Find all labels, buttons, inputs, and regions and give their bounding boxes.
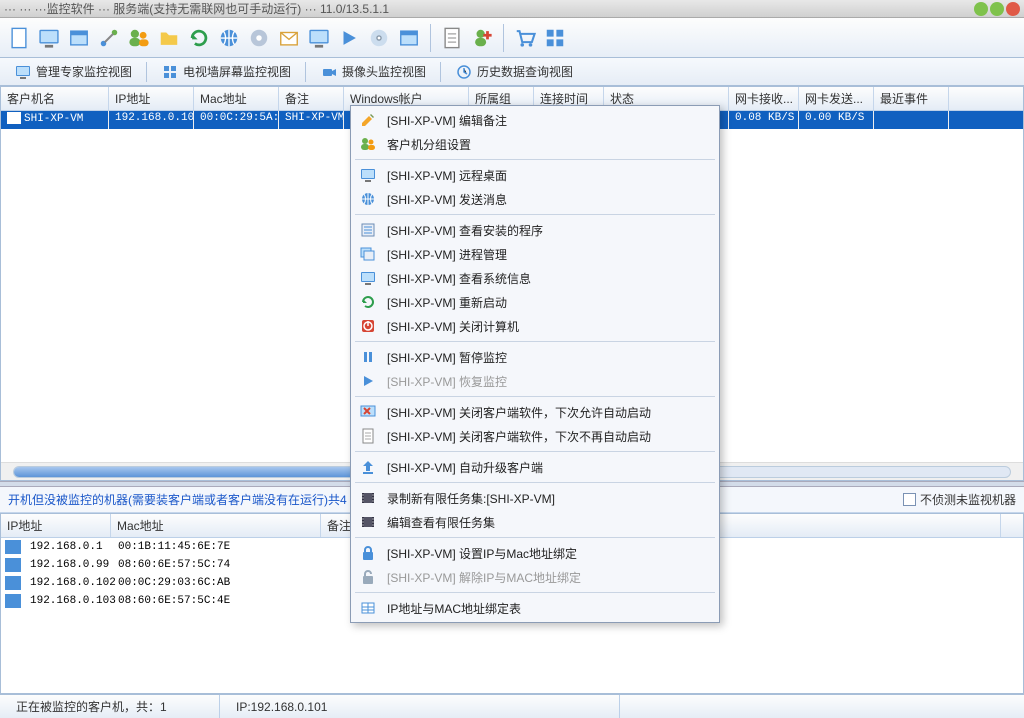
pause-icon <box>359 348 377 366</box>
column-header[interactable]: 最近事件 <box>874 87 949 110</box>
toolbar-play-button[interactable] <box>336 25 362 51</box>
context-menu-item[interactable]: [SHI-XP-VM] 自动升级客户端 <box>353 455 717 479</box>
context-menu-item[interactable]: [SHI-XP-VM] 重新启动 <box>353 290 717 314</box>
window-title: ··· ··· ···监控软件 ··· 服务端(支持无需联网也可手动运行) ··… <box>4 0 974 17</box>
toolbar-users-button[interactable] <box>126 25 152 51</box>
toolbar-cd-button[interactable] <box>366 25 392 51</box>
status-count: 正在被监控的客户机，共：1 <box>0 695 220 718</box>
computer-icon <box>5 576 21 590</box>
globe-icon <box>359 190 377 208</box>
users-icon <box>359 135 377 153</box>
computer-icon <box>5 594 21 608</box>
context-menu-item[interactable]: [SHI-XP-VM] 进程管理 <box>353 242 717 266</box>
context-menu-item[interactable]: 录制新有限任务集:[SHI-XP-VM] <box>353 486 717 510</box>
toolbar-screen-button[interactable] <box>306 25 332 51</box>
status-ip: IP:192.168.0.101 <box>220 695 620 718</box>
toolbar-app-button[interactable] <box>396 25 422 51</box>
window-controls <box>974 2 1020 16</box>
column-header[interactable]: 网卡接收... <box>729 87 799 110</box>
toolbar-screen-button[interactable] <box>36 25 62 51</box>
column-header[interactable]: 备注 <box>279 87 344 110</box>
maximize-button[interactable] <box>990 2 1004 16</box>
status-bar: 正在被监控的客户机，共：1 IP:192.168.0.101 <box>0 694 1024 718</box>
view-tab-0[interactable]: 管理专家监控视图 <box>6 60 140 84</box>
windows-icon <box>359 245 377 263</box>
context-menu-item[interactable]: [SHI-XP-VM] 暂停监控 <box>353 345 717 369</box>
toolbar-refresh-button[interactable] <box>186 25 212 51</box>
toolbar-mail-button[interactable] <box>276 25 302 51</box>
film-icon <box>359 513 377 531</box>
lower-column-header[interactable]: Mac地址 <box>111 514 321 537</box>
context-menu-item[interactable]: [SHI-XP-VM] 发送消息 <box>353 187 717 211</box>
context-menu-item[interactable]: [SHI-XP-VM] 远程桌面 <box>353 163 717 187</box>
main-toolbar <box>0 18 1024 58</box>
context-menu-item: [SHI-XP-VM] 解除IP与MAC地址绑定 <box>353 565 717 589</box>
toolbar-grid-button[interactable] <box>542 25 568 51</box>
context-menu-item[interactable]: [SHI-XP-VM] 关闭客户端软件，下次允许自动启动 <box>353 400 717 424</box>
list-icon <box>359 221 377 239</box>
toolbar-page-button[interactable] <box>6 25 32 51</box>
context-menu-item[interactable]: [SHI-XP-VM] 编辑备注 <box>353 108 717 132</box>
toolbar-folder-button[interactable] <box>156 25 182 51</box>
pencil-icon <box>359 111 377 129</box>
context-menu-item: [SHI-XP-VM] 恢复监控 <box>353 369 717 393</box>
upload-icon <box>359 458 377 476</box>
context-menu-item[interactable]: [SHI-XP-VM] 查看安装的程序 <box>353 218 717 242</box>
table-icon <box>359 599 377 617</box>
close-button[interactable] <box>1006 2 1020 16</box>
screen-icon <box>359 269 377 287</box>
context-menu-item[interactable]: [SHI-XP-VM] 设置IP与Mac地址绑定 <box>353 541 717 565</box>
column-header[interactable]: 网卡发送... <box>799 87 874 110</box>
lower-column-header[interactable]: IP地址 <box>1 514 111 537</box>
no-detect-checkbox[interactable]: 不侦测未监视机器 <box>903 491 1016 508</box>
grid-icon <box>161 63 179 81</box>
toolbar-adduser-button[interactable] <box>469 25 495 51</box>
closex-icon <box>359 403 377 421</box>
context-menu-item[interactable]: 客户机分组设置 <box>353 132 717 156</box>
cam-icon <box>320 63 338 81</box>
power-icon <box>359 317 377 335</box>
column-header[interactable]: IP地址 <box>109 87 194 110</box>
film-icon <box>359 489 377 507</box>
play-icon <box>359 372 377 390</box>
screen-icon <box>14 63 32 81</box>
checkbox-icon <box>903 493 916 506</box>
context-menu-item[interactable]: [SHI-XP-VM] 关闭计算机 <box>353 314 717 338</box>
unlock-icon <box>359 568 377 586</box>
column-header[interactable]: Mac地址 <box>194 87 279 110</box>
toolbar-cart-button[interactable] <box>512 25 538 51</box>
client-context-menu: [SHI-XP-VM] 编辑备注客户机分组设置[SHI-XP-VM] 远程桌面[… <box>350 105 720 623</box>
computer-icon <box>5 540 21 554</box>
toolbar-app-button[interactable] <box>66 25 92 51</box>
column-header[interactable]: 客户机名 <box>1 87 109 110</box>
view-tab-2[interactable]: 摄像头监控视图 <box>312 60 434 84</box>
context-menu-item[interactable]: [SHI-XP-VM] 关闭客户端软件，下次不再自动启动 <box>353 424 717 448</box>
view-tabs: 管理专家监控视图电视墙屏幕监控视图摄像头监控视图历史数据查询视图 <box>0 58 1024 86</box>
toolbar-disc-button[interactable] <box>246 25 272 51</box>
doc-icon <box>359 427 377 445</box>
toolbar-globe-button[interactable] <box>216 25 242 51</box>
view-tab-1[interactable]: 电视墙屏幕监控视图 <box>153 60 299 84</box>
view-tab-3[interactable]: 历史数据查询视图 <box>447 60 581 84</box>
history-icon <box>455 63 473 81</box>
toolbar-doc-button[interactable] <box>439 25 465 51</box>
lock-icon <box>359 544 377 562</box>
context-menu-item[interactable]: 编辑查看有限任务集 <box>353 510 717 534</box>
context-menu-item[interactable]: [SHI-XP-VM] 查看系统信息 <box>353 266 717 290</box>
context-menu-item[interactable]: IP地址与MAC地址绑定表 <box>353 596 717 620</box>
minimize-button[interactable] <box>974 2 988 16</box>
computer-icon <box>5 558 21 572</box>
toolbar-net-button[interactable] <box>96 25 122 51</box>
screen-icon <box>359 166 377 184</box>
window-titlebar: ··· ··· ···监控软件 ··· 服务端(支持无需联网也可手动运行) ··… <box>0 0 1024 18</box>
refresh-icon <box>359 293 377 311</box>
